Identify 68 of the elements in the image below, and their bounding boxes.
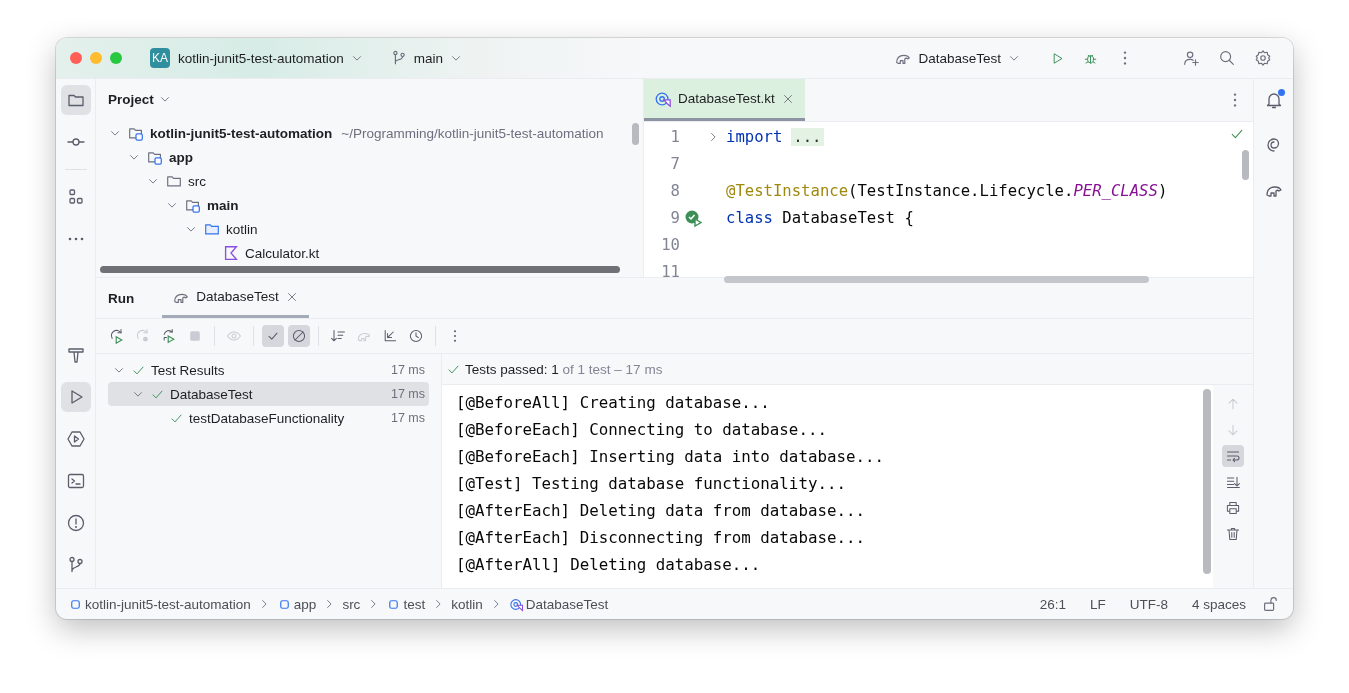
soft-wrap-icon[interactable]: [1222, 445, 1244, 467]
editor-tab[interactable]: DatabaseTest.kt: [644, 79, 805, 121]
tree-item[interactable]: Calculator.kt: [245, 245, 320, 261]
test-row[interactable]: testDatabaseFunctionality 17 ms: [108, 406, 429, 430]
status-item[interactable]: 4 spaces: [1191, 596, 1246, 612]
settings-icon[interactable]: [1254, 49, 1272, 67]
tree-item[interactable]: main: [207, 197, 239, 213]
scrollbar[interactable]: [724, 276, 1149, 283]
tree-item[interactable]: src: [188, 173, 206, 189]
test-name[interactable]: testDatabaseFunctionality: [189, 410, 345, 426]
console-line: [@AfterAll] Deleting database...: [456, 554, 762, 576]
scrollbar[interactable]: [632, 123, 639, 145]
breadcrumb[interactable]: src: [342, 596, 361, 612]
kotlin-file-icon: [222, 244, 240, 262]
test-name[interactable]: Test Results: [151, 362, 225, 378]
project-path: ~/Programming/kotlin-junit5-test-automation: [341, 125, 604, 141]
test-row[interactable]: Test Results 17 ms: [108, 358, 429, 382]
code-line: import ...: [726, 127, 824, 146]
test-row[interactable]: DatabaseTest 17 ms: [108, 382, 429, 406]
lock-icon[interactable]: [1261, 595, 1279, 613]
close-window-button[interactable]: [70, 52, 82, 64]
console-line: [@AfterEach] Disconnecting from database...: [456, 527, 866, 549]
status-item[interactable]: UTF-8: [1129, 596, 1168, 612]
panel-title: Run: [108, 289, 135, 308]
console-line: [@Test] Testing database functionality...: [456, 473, 847, 495]
scrollbar[interactable]: [1242, 150, 1249, 180]
line-number: 10: [660, 235, 680, 254]
breadcrumb[interactable]: kotlin-junit5-test-automation: [68, 596, 251, 612]
breadcrumb[interactable]: kotlin: [451, 596, 483, 612]
run-configuration-selector[interactable]: DatabaseTest: [888, 45, 1027, 71]
code-line: class DatabaseTest {: [726, 208, 914, 227]
line-number: 8: [669, 181, 680, 200]
line-number: 1: [669, 127, 680, 146]
tree-item[interactable]: app: [169, 149, 193, 165]
tree-item[interactable]: kotlin: [226, 221, 258, 237]
scrollbar[interactable]: [100, 266, 620, 273]
console-line: [@BeforeAll] Creating database...: [456, 392, 771, 414]
search-icon[interactable]: [1218, 49, 1236, 67]
breadcrumb[interactable]: DatabaseTest: [508, 596, 609, 612]
console-line: [@BeforeEach] Connecting to database...: [456, 419, 828, 441]
tree-item[interactable]: kotlin-junit5-test-automation: [150, 125, 333, 141]
status-item[interactable]: LF: [1089, 596, 1106, 612]
breadcrumb[interactable]: app: [276, 596, 317, 612]
test-name[interactable]: DatabaseTest: [170, 386, 253, 402]
run-icon[interactable]: [60, 382, 91, 412]
run-tab[interactable]: DatabaseTest: [162, 278, 309, 318]
status-item[interactable]: 26:1: [1039, 596, 1066, 612]
console-line: [@AfterEach] Deleting data from database...: [456, 500, 866, 522]
test-duration: 17 ms: [390, 411, 425, 425]
add-user-icon[interactable]: [1182, 49, 1200, 67]
line-number: 7: [669, 154, 680, 173]
breadcrumb[interactable]: test: [386, 596, 426, 612]
branch-selector[interactable]: main: [383, 45, 470, 71]
line-number: 11: [660, 262, 680, 281]
zoom-window-button[interactable]: [110, 52, 122, 64]
folder-icon[interactable]: [60, 85, 91, 115]
class-icon: [508, 596, 524, 612]
test-duration: 17 ms: [390, 387, 425, 401]
code-line: @TestInstance(TestInstance.Lifecycle.PER_CLASS): [726, 181, 1168, 200]
project-selector[interactable]: KA kotlin-junit5-test-automation: [144, 44, 370, 72]
panel-title[interactable]: Project: [108, 91, 154, 107]
ignored-icon[interactable]: [288, 325, 310, 347]
test-summary: Tests passed: 1 of 1 test – 17 ms: [465, 361, 663, 377]
console-line: [@BeforeEach] Inserting data into database...: [456, 446, 885, 468]
test-duration: 17 ms: [390, 363, 425, 377]
check-icon[interactable]: [262, 325, 284, 347]
scrollbar[interactable]: [1203, 389, 1211, 574]
line-number: 9: [669, 208, 680, 227]
